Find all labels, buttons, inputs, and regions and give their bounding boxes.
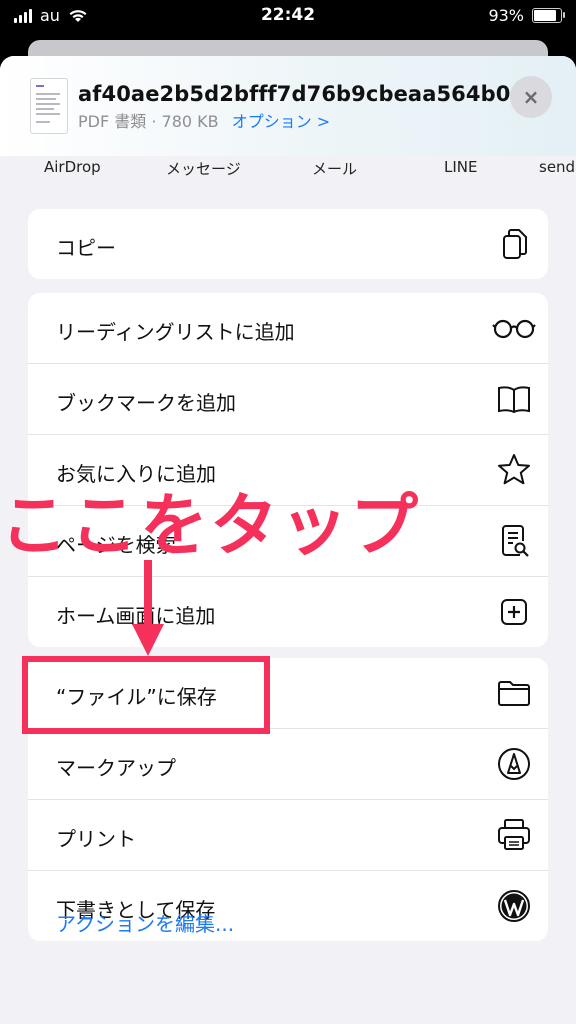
- file-meta: PDF 書類 · 780 KB: [78, 112, 219, 131]
- star-icon: [498, 454, 530, 485]
- copy-row[interactable]: コピー: [28, 209, 548, 279]
- share-target-airdrop[interactable]: AirDrop: [44, 158, 101, 176]
- share-targets-row: AirDrop メッセージ メール LINE senda: [0, 156, 576, 186]
- pdf-thumbnail: [30, 78, 68, 134]
- action-group-copy: コピー: [28, 209, 548, 279]
- highlight-box: [22, 656, 270, 734]
- markup-label: マークアップ: [56, 756, 176, 780]
- add-to-home-row[interactable]: ホーム画面に追加: [28, 577, 548, 647]
- add-bookmark-row[interactable]: ブックマークを追加: [28, 364, 548, 435]
- share-header: af40ae2b5d2bfff7d76b9cbeaa564b09 PDF 書類 …: [0, 56, 576, 156]
- status-right: 93%: [488, 6, 565, 25]
- folder-icon: [498, 681, 530, 706]
- wordpress-icon: [498, 890, 530, 922]
- battery-percent: 93%: [488, 6, 524, 25]
- search-document-icon: [502, 525, 529, 557]
- share-target-mail[interactable]: メール: [312, 158, 357, 179]
- battery-icon: [532, 8, 565, 23]
- tap-here-annotation: ここをタップ: [0, 487, 421, 566]
- file-name: af40ae2b5d2bfff7d76b9cbeaa564b09: [78, 82, 526, 106]
- print-row[interactable]: プリント: [28, 800, 548, 871]
- file-meta-line: PDF 書類 · 780 KB オプション >: [78, 108, 330, 132]
- add-bookmark-label: ブックマークを追加: [56, 391, 236, 415]
- book-icon: [498, 386, 530, 414]
- add-square-icon: [501, 599, 527, 625]
- arrow-down-icon: [132, 560, 164, 656]
- status-bar: au 22:42 93%: [0, 0, 576, 32]
- copy-icon: [503, 229, 527, 259]
- copy-label: コピー: [56, 236, 116, 260]
- share-target-messages[interactable]: メッセージ: [166, 158, 241, 179]
- share-target-line[interactable]: LINE: [444, 158, 477, 176]
- print-label: プリント: [56, 827, 136, 851]
- glasses-icon: [492, 319, 536, 339]
- reading-list-row[interactable]: リーディングリストに追加: [28, 293, 548, 364]
- markup-pen-icon: [498, 748, 530, 780]
- edit-actions-link[interactable]: アクションを編集...: [56, 908, 234, 937]
- options-link[interactable]: オプション >: [232, 112, 331, 131]
- markup-row[interactable]: マークアップ: [28, 729, 548, 800]
- close-icon[interactable]: ×: [510, 76, 552, 118]
- share-target-senda[interactable]: senda: [539, 158, 576, 176]
- printer-icon: [498, 819, 530, 850]
- reading-list-label: リーディングリストに追加: [56, 320, 295, 344]
